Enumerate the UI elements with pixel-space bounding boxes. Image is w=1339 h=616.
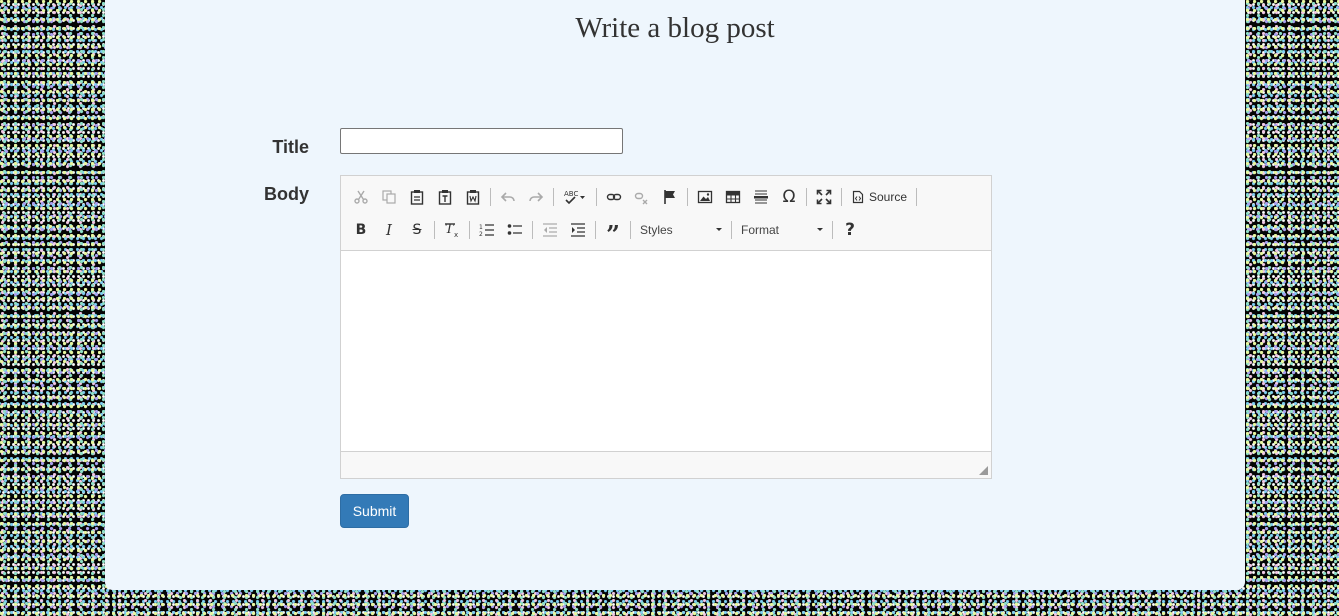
bold-icon[interactable]: B [348,218,374,242]
body-label: Body [264,184,309,204]
toolbar-separator [630,220,631,239]
toolbar-separator [553,187,554,206]
styles-dropdown[interactable]: Styles [634,218,728,242]
outdent-icon[interactable] [537,218,563,242]
link-icon[interactable] [601,185,627,209]
toolbar-separator [469,220,470,239]
chevron-down-icon [716,228,722,231]
strikethrough-icon[interactable]: S [404,218,430,242]
page-title: Write a blog post [575,12,775,44]
toolbar-separator [434,220,435,239]
maximize-icon[interactable] [811,185,837,209]
cut-icon[interactable] [348,185,374,209]
bulleted-list-icon[interactable] [502,218,528,242]
editor-content-area[interactable] [341,251,991,452]
italic-icon[interactable]: I [376,218,402,242]
special-char-icon[interactable]: Ω [776,185,802,209]
format-label: Format [741,222,780,237]
toolbar-separator [841,187,842,206]
editor-toolbar: ABC Ω Source B I S T x 1 2 ” Styles Form… [341,176,991,251]
toolbar-separator [832,220,833,239]
numbered-list-icon[interactable]: 12 [474,218,500,242]
submit-button[interactable]: Submit [340,494,409,528]
indent-icon[interactable] [565,218,591,242]
chevron-down-icon [817,228,823,231]
spellcheck-icon[interactable]: ABC [558,185,592,209]
format-dropdown[interactable]: Format [735,218,829,242]
toolbar-separator [916,187,918,206]
toolbar-separator [532,220,533,239]
resize-handle-icon[interactable] [979,466,988,475]
anchor-icon[interactable] [657,185,683,209]
editor-status-bar [341,451,991,478]
toolbar-separator [731,220,732,239]
horizontal-line-icon[interactable] [748,185,774,209]
paste-word-icon[interactable] [460,185,486,209]
styles-label: Styles [640,222,673,237]
toolbar-row-1: ABC Ω Source [347,180,985,213]
page-panel: Write a blog post Title Body ABC Ω Sourc… [105,0,1245,590]
paste-text-icon[interactable] [432,185,458,209]
redo-icon[interactable] [523,185,549,209]
paste-icon[interactable] [404,185,430,209]
svg-text:x: x [454,231,458,238]
unlink-icon[interactable] [629,185,655,209]
svg-text:2: 2 [479,231,483,238]
source-icon [852,190,864,203]
rich-text-editor: ABC Ω Source B I S T x 1 2 ” Styles Form… [340,175,992,479]
toolbar-row-2: B I S Tx 12 ” Styles Format ? [347,213,985,249]
copy-icon[interactable] [376,185,402,209]
table-icon[interactable] [720,185,746,209]
image-icon[interactable] [692,185,718,209]
help-icon[interactable]: ? [837,218,863,242]
toolbar-separator [595,220,596,239]
title-input[interactable] [340,128,623,154]
toolbar-separator [596,187,597,206]
source-label: Source [869,189,908,204]
toolbar-separator [806,187,807,206]
title-label: Title [272,137,309,157]
toolbar-separator [687,187,688,206]
toolbar-separator [490,187,491,206]
source-button[interactable]: Source [845,185,913,209]
svg-text:1: 1 [479,224,483,231]
remove-format-icon[interactable]: Tx [439,218,465,242]
svg-text:ABC: ABC [564,190,578,198]
undo-icon[interactable] [495,185,521,209]
blockquote-icon[interactable]: ” [600,213,626,249]
